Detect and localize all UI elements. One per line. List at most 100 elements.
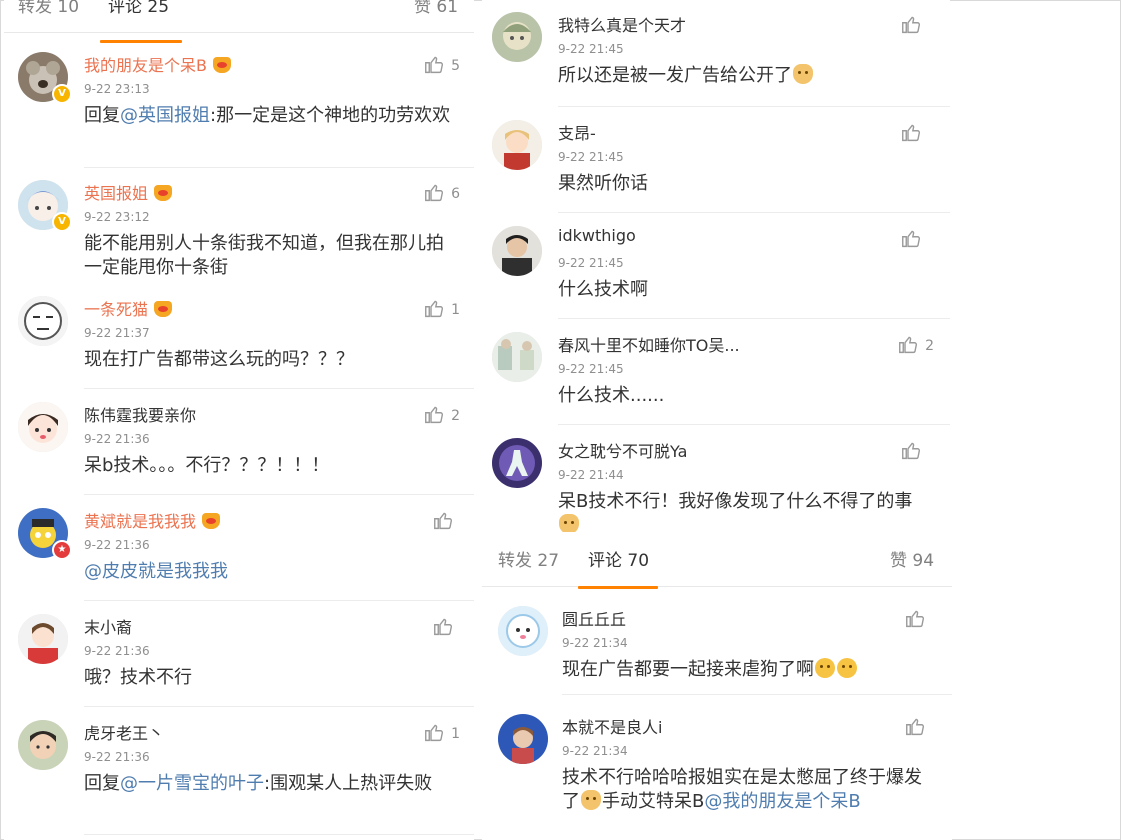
comment-text: 呆b技术。。。不行？？？！！！	[84, 455, 330, 476]
username-text[interactable]: 英国报姐	[84, 184, 148, 203]
avatar[interactable]	[18, 296, 68, 346]
comment-item: 虎牙老王丶 9-22 21:36 1 回复@一片雪宝的叶子:围观某人上热评失败	[4, 712, 474, 840]
like-button[interactable]	[433, 510, 460, 532]
avatar[interactable]	[492, 438, 542, 488]
comment-body: 呆B技术不行！我好像发现了什么不得了的事	[558, 491, 913, 512]
username[interactable]: 春风十里不如睡你TO吴...	[558, 332, 740, 356]
avatar[interactable]	[498, 606, 548, 656]
comment-item: 支昂- 9-22 21:45 果然听你话	[482, 112, 950, 213]
divider	[84, 706, 474, 707]
like-button[interactable]: 5	[424, 54, 460, 76]
verified-badge-icon: ★	[52, 540, 72, 560]
like-button[interactable]	[901, 228, 928, 250]
username[interactable]: 一条死猫	[84, 296, 173, 320]
tab-bar: 转发 27 评论 70 赞 94	[482, 536, 952, 589]
divider	[558, 318, 950, 319]
username[interactable]: idkwthigo	[558, 226, 636, 245]
mention-link[interactable]: @皮皮就是我我我	[84, 561, 228, 582]
username[interactable]: 末小裔	[84, 614, 132, 638]
vip-crown-icon	[202, 513, 221, 529]
comment-body: 现在广告都要一起接来虐狗了啊	[562, 659, 814, 680]
mention-link[interactable]: @一片雪宝的叶子	[120, 773, 264, 794]
avatar[interactable]	[492, 120, 542, 170]
username-text[interactable]: 一条死猫	[84, 300, 148, 319]
comment-text: 现在广告都要一起接来虐狗了啊	[562, 658, 932, 682]
thumbs-up-icon	[425, 406, 444, 424]
avatar[interactable]	[18, 402, 68, 452]
avatar[interactable]	[498, 714, 548, 764]
tab-likes[interactable]: 赞 61	[414, 0, 458, 32]
avatar[interactable]	[492, 12, 542, 62]
tab-likes[interactable]: 赞 94	[890, 536, 934, 586]
like-button[interactable]: 2	[424, 404, 460, 426]
reply-prefix: 回复	[84, 105, 120, 126]
thumbs-up-icon	[902, 124, 920, 142]
like-count: 5	[451, 58, 460, 74]
mention-link[interactable]: @英国报姐	[120, 105, 210, 126]
username[interactable]: 英国报姐	[84, 180, 173, 204]
username[interactable]: 虎牙老王丶	[84, 720, 164, 744]
reply-prefix: 回复	[84, 773, 120, 794]
like-button[interactable]	[905, 716, 932, 738]
comment-time: 9-22 21:45	[558, 42, 624, 56]
like-count: 1	[451, 302, 460, 318]
verified-badge-icon: V	[52, 212, 72, 232]
tab-comments[interactable]: 评论 25	[108, 0, 169, 32]
vip-crown-icon	[154, 185, 173, 201]
thumbs-up-icon	[425, 724, 444, 742]
comment-text: 什么技术......	[558, 385, 665, 406]
tab-active-indicator	[100, 40, 182, 43]
like-button[interactable]	[905, 608, 932, 630]
username[interactable]: 我的朋友是个呆B	[84, 52, 231, 76]
comment-text: 果然听你话	[558, 173, 648, 194]
comment-text: 什么技术啊	[558, 279, 648, 300]
tab-repost[interactable]: 转发 27	[498, 536, 559, 586]
thumbs-up-icon	[902, 16, 920, 34]
thumbs-up-icon	[434, 512, 452, 530]
like-button[interactable]: 1	[424, 722, 460, 744]
comment-text: 技术不行哈哈哈报姐实在是太憋屈了终于爆发了 手动艾特呆B@我的朋友是个呆B	[562, 766, 932, 814]
username[interactable]: 陈伟霆我要亲你	[84, 402, 196, 426]
like-button[interactable]	[901, 14, 928, 36]
comment-time: 9-22 21:37	[84, 326, 150, 340]
comment-time: 9-22 21:44	[558, 468, 624, 482]
like-button[interactable]	[433, 616, 460, 638]
thumbs-up-icon	[902, 442, 920, 460]
comment-time: 9-22 21:34	[562, 744, 628, 758]
username[interactable]: 支昂-	[558, 120, 596, 144]
comment-time: 9-22 21:45	[558, 150, 624, 164]
comment-item: ★ 黄斌就是我我我 9-22 21:36 @皮皮就是我我我	[4, 500, 474, 601]
tab-comments[interactable]: 评论 70	[588, 536, 649, 586]
like-button[interactable]	[901, 122, 928, 144]
avatar[interactable]	[18, 614, 68, 664]
comment-time: 9-22 21:36	[84, 538, 150, 552]
like-button[interactable]: 1	[424, 298, 460, 320]
like-button[interactable]: 6	[424, 182, 460, 204]
like-button[interactable]	[901, 440, 928, 462]
comment-body-continued: 手动艾特呆B	[602, 791, 705, 812]
username-text[interactable]: 我的朋友是个呆B	[84, 56, 207, 75]
username[interactable]: 本就不是良人i	[562, 714, 662, 738]
username[interactable]: 黄斌就是我我我	[84, 508, 221, 532]
username-text[interactable]: 黄斌就是我我我	[84, 512, 196, 531]
username[interactable]: 女之耽兮不可脱Ya	[558, 438, 687, 462]
comment-body: :围观某人上热评失败	[264, 773, 433, 794]
comment-time: 9-22 23:13	[84, 82, 150, 96]
tab-repost[interactable]: 转发 10	[18, 0, 79, 32]
username[interactable]: 圆丘丘丘	[562, 606, 626, 630]
like-button[interactable]: 2	[898, 334, 934, 356]
avatar[interactable]	[18, 720, 68, 770]
mention-link[interactable]: @我的朋友是个呆B	[704, 791, 860, 812]
username[interactable]: 我特么真是个天才	[558, 12, 686, 36]
comment-body: :那一定是这个神地的功劳欢欢	[210, 105, 451, 126]
avatar[interactable]	[492, 226, 542, 276]
comment-item: 我特么真是个天才 9-22 21:45 所以还是被一发广告给公开了	[482, 4, 950, 107]
comment-text: 回复@一片雪宝的叶子:围观某人上热评失败	[84, 772, 454, 796]
like-count: 2	[925, 338, 934, 354]
comment-time: 9-22 21:34	[562, 636, 628, 650]
like-count: 2	[451, 408, 460, 424]
divider	[558, 106, 950, 107]
comment-item: 圆丘丘丘 9-22 21:34 现在广告都要一起接来虐狗了啊	[482, 598, 952, 698]
avatar[interactable]	[492, 332, 542, 382]
comment-time: 9-22 21:45	[558, 256, 624, 270]
